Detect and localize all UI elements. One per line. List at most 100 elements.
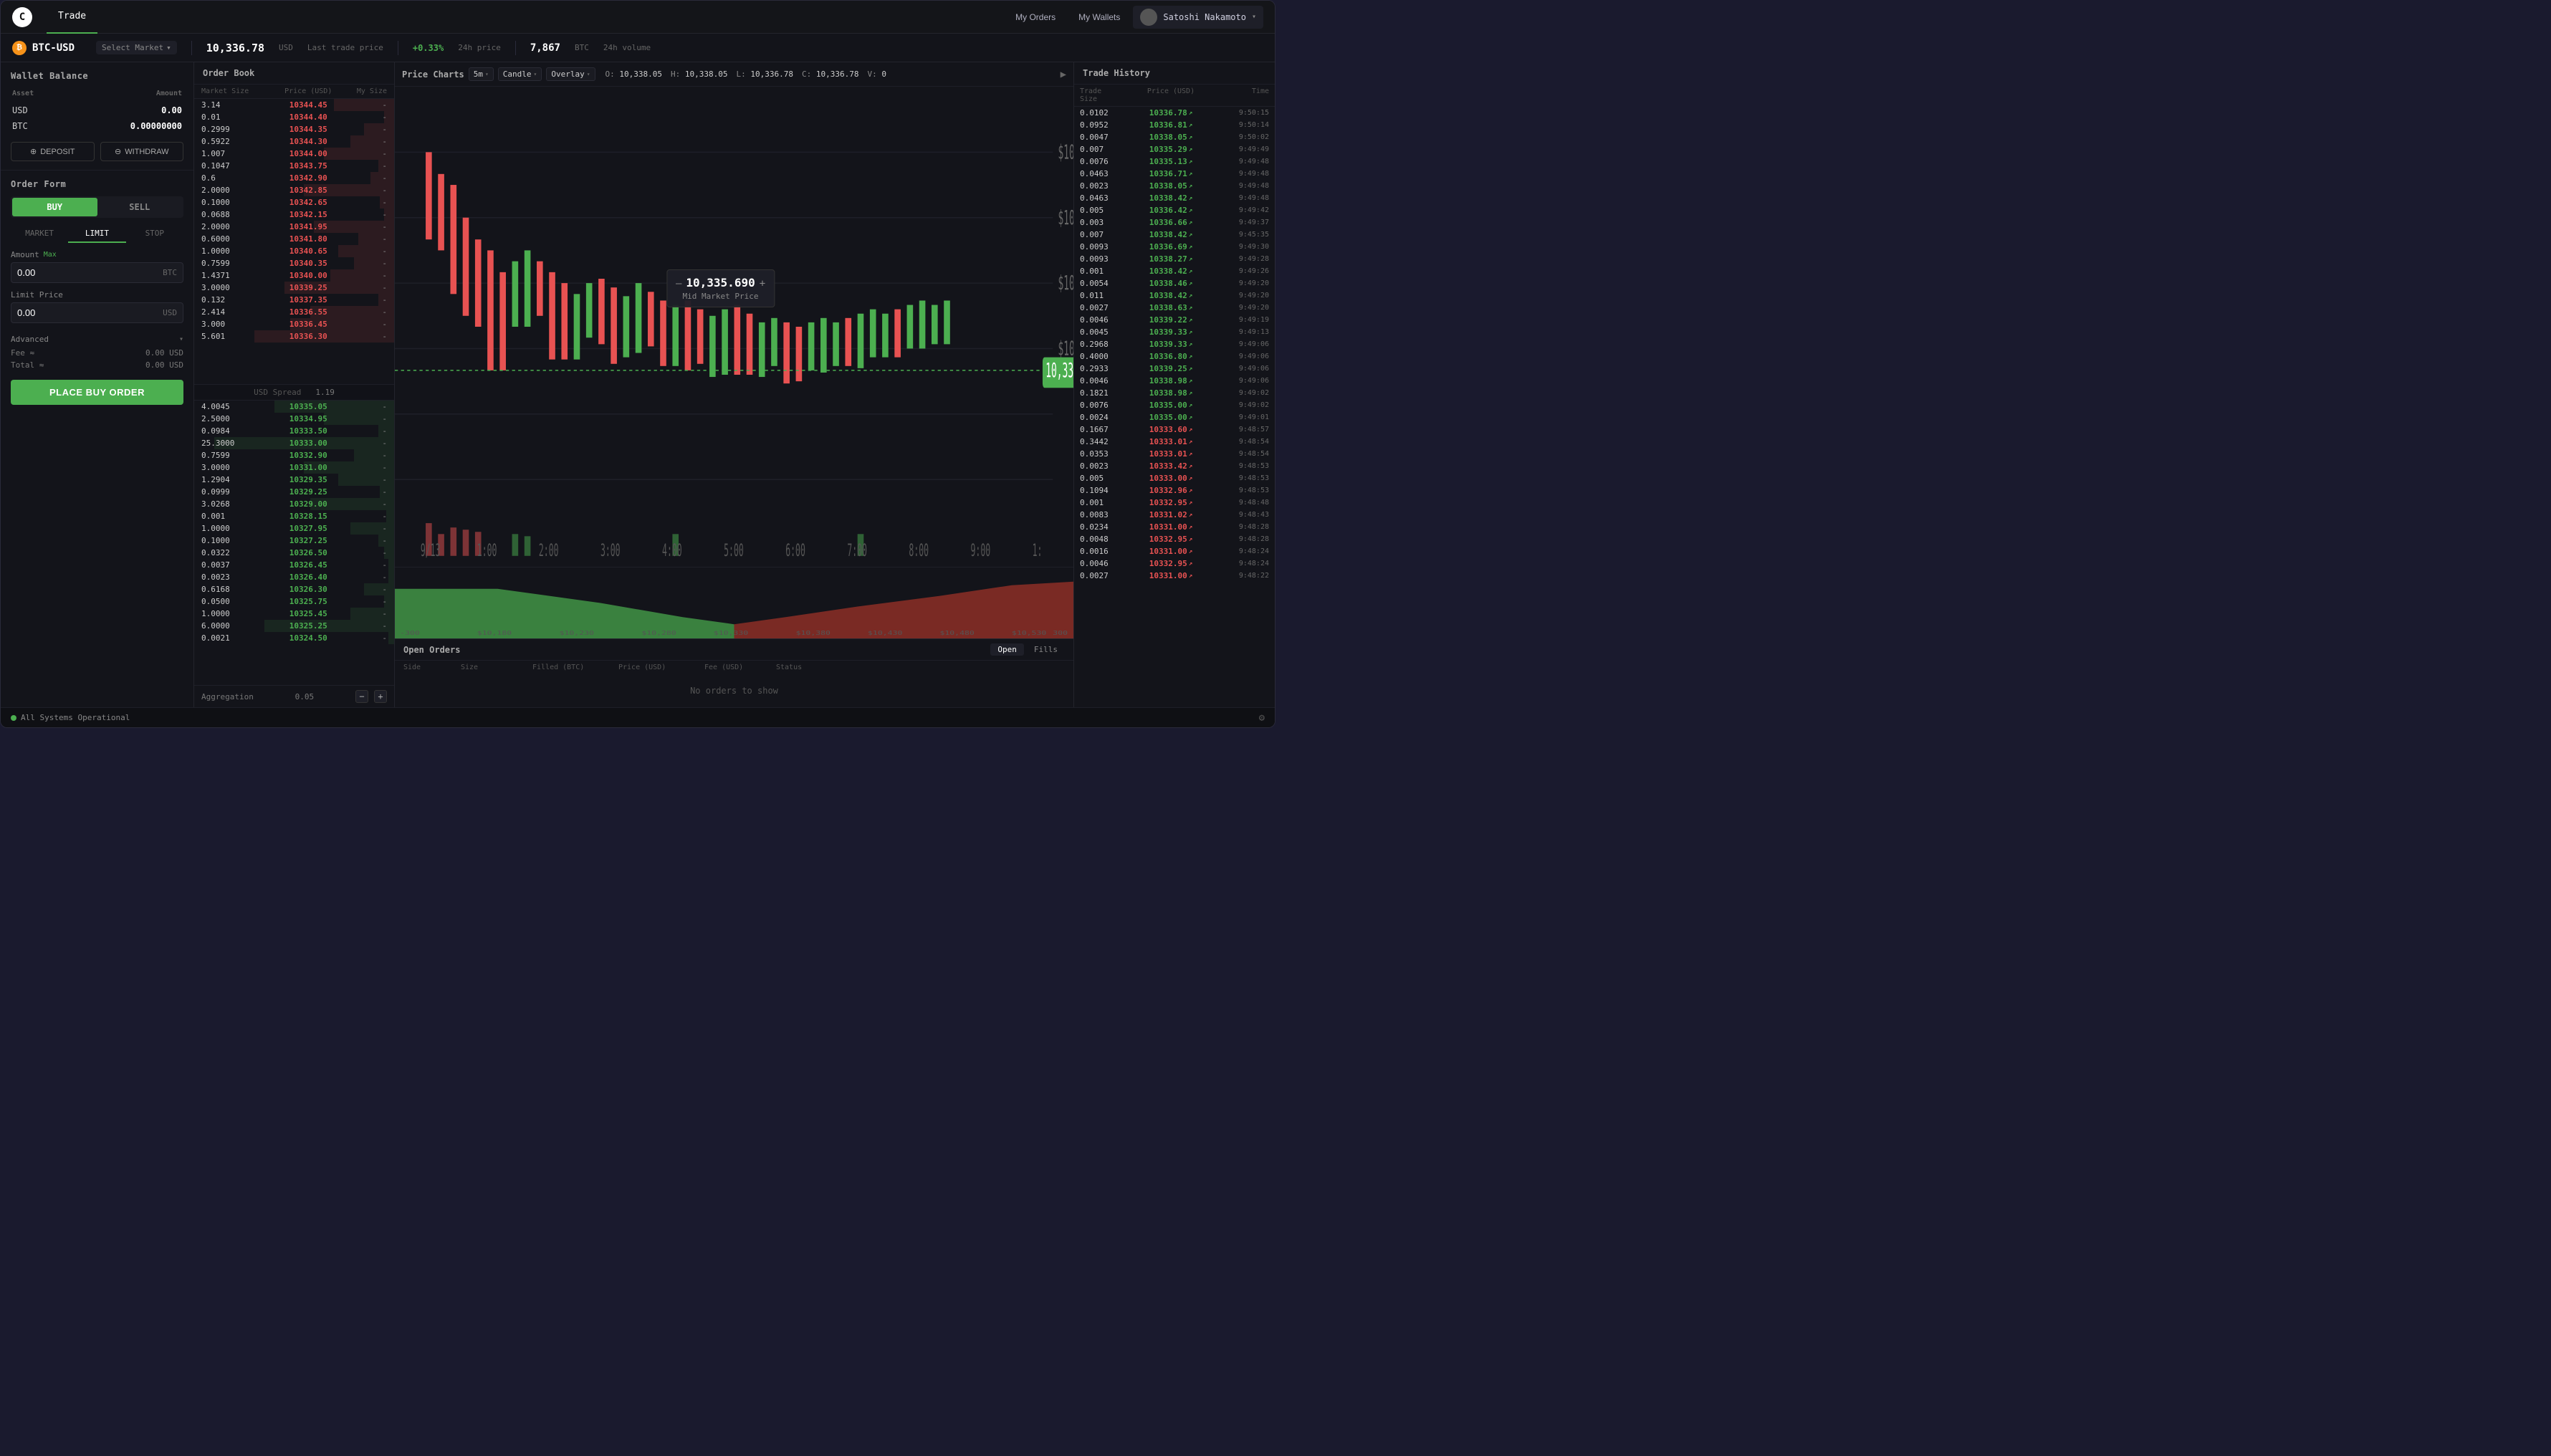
ob-sell-row[interactable]: 0.132 10337.35 - [194,294,394,306]
trade-history-row: 0.0952 10336.81 ↗ 9:50:14 [1074,119,1275,131]
ob-sell-row[interactable]: 1.007 10344.00 - [194,148,394,160]
chart-panel: Price Charts 5m ▾ Candle ▾ Overlay ▾ O: … [395,62,1074,707]
ob-buy-row[interactable]: 0.0021 10324.50 - [194,632,394,644]
trade-history-row: 0.0353 10333.01 ↗ 9:48:54 [1074,448,1275,460]
ob-buy-row[interactable]: 3.0268 10329.00 - [194,498,394,510]
change-label: 24h price [458,43,501,52]
ob-sell-row[interactable]: 1.4371 10340.00 - [194,269,394,282]
ob-buy-row[interactable]: 0.6168 10326.30 - [194,583,394,595]
open-orders-empty: No orders to show [395,674,1073,707]
ob-sell-row[interactable]: 0.7599 10340.35 - [194,257,394,269]
status-left: All Systems Operational [11,713,130,722]
ob-sell-row[interactable]: 0.1000 10342.65 - [194,196,394,209]
trade-history-row: 0.0046 10339.22 ↗ 9:49:19 [1074,314,1275,326]
aggregation-controls: − + [355,690,387,703]
chart-forward-button[interactable]: ▶ [1061,69,1066,80]
ob-buy-row[interactable]: 3.0000 10331.00 - [194,461,394,474]
sell-button[interactable]: SELL [97,198,183,216]
main-layout: Wallet Balance Asset Amount USD 0.00 [1,62,1275,707]
trade-history-row: 0.0093 10336.69 ↗ 9:49:30 [1074,241,1275,253]
market-tab[interactable]: MARKET [11,225,68,243]
svg-text:1:00: 1:00 [477,540,497,560]
withdraw-button[interactable]: ⊖ WITHDRAW [100,142,184,161]
aggregation-increase-button[interactable]: + [374,690,387,703]
trade-history-row: 0.3442 10333.01 ↗ 9:48:54 [1074,436,1275,448]
buy-button[interactable]: BUY [12,198,97,216]
ob-sell-row[interactable]: 0.2999 10344.35 - [194,123,394,135]
settings-icon[interactable]: ⚙ [1259,712,1265,724]
ob-buy-row[interactable]: 0.001 10328.15 - [194,510,394,522]
user-menu[interactable]: Satoshi Nakamoto ▾ [1133,6,1263,29]
total-label: Total ≈ [11,360,44,370]
ob-buy-row[interactable]: 0.0023 10326.40 - [194,571,394,583]
ob-sell-row[interactable]: 0.6000 10341.80 - [194,233,394,245]
col-price: Price (USD) [618,664,704,671]
trade-history-row: 0.001 10338.42 ↗ 9:49:26 [1074,265,1275,277]
ob-buy-row[interactable]: 0.0500 10325.75 - [194,595,394,608]
ob-sell-row[interactable]: 2.414 10336.55 - [194,306,394,318]
ob-sell-row[interactable]: 2.0000 10341.95 - [194,221,394,233]
limit-price-input[interactable] [17,307,163,318]
user-avatar [1140,9,1157,26]
ob-buy-row[interactable]: 4.0045 10335.05 - [194,401,394,413]
ob-buy-row[interactable]: 0.1000 10327.25 - [194,535,394,547]
ob-sell-row[interactable]: 2.0000 10342.85 - [194,184,394,196]
ob-buy-row[interactable]: 2.5000 10334.95 - [194,413,394,425]
depth-chart-area[interactable]: -300 $10,180 $10,230 $10,280 $10,330 $10… [395,567,1073,638]
amount-input[interactable] [17,267,163,278]
ob-sell-row[interactable]: 1.0000 10340.65 - [194,245,394,257]
ob-buy-row[interactable]: 1.0000 10325.45 - [194,608,394,620]
price-chart-area[interactable]: $10,425 $10,400 $10,375 $10,350 10,336.7… [395,87,1073,567]
tab-fills[interactable]: Fills [1027,643,1065,656]
chart-type-select[interactable]: Candle ▾ [498,67,542,81]
ob-buy-row[interactable]: 25.3000 10333.00 - [194,437,394,449]
nav-tab-trade[interactable]: Trade [47,1,97,34]
select-market-button[interactable]: Select Market ▾ [96,41,177,54]
my-orders-button[interactable]: My Orders [1005,8,1066,27]
place-order-button[interactable]: PLACE BUY ORDER [11,380,183,405]
ob-buy-row[interactable]: 0.0322 10326.50 - [194,547,394,559]
trade-history-row: 0.011 10338.42 ↗ 9:49:20 [1074,289,1275,302]
amount-unit: BTC [163,268,177,277]
limit-tab[interactable]: LIMIT [68,225,125,243]
trade-history-row: 0.001 10332.95 ↗ 9:48:48 [1074,497,1275,509]
deposit-button[interactable]: ⊕ DEPOSIT [11,142,95,161]
svg-text:300: 300 [1053,631,1068,637]
ob-sell-row[interactable]: 0.5922 10344.30 - [194,135,394,148]
svg-text:9/13: 9/13 [421,540,441,560]
amount-field: Amount Max BTC [11,250,183,283]
order-type-tabs: MARKET LIMIT STOP [11,225,183,243]
aggregation-decrease-button[interactable]: − [355,690,368,703]
ob-sell-row[interactable]: 3.14 10344.45 - [194,99,394,111]
ob-buy-row[interactable]: 0.0037 10326.45 - [194,559,394,571]
ob-sell-row[interactable]: 0.1047 10343.75 - [194,160,394,172]
ob-buy-row[interactable]: 1.0000 10327.95 - [194,522,394,535]
timeframe-select[interactable]: 5m ▾ [469,67,494,81]
max-link[interactable]: Max [44,251,57,259]
ob-buy-row[interactable]: 1.2904 10329.35 - [194,474,394,486]
ob-sell-row[interactable]: 3.0000 10339.25 - [194,282,394,294]
last-price-label: Last trade price [307,43,383,52]
ob-buy-row[interactable]: 0.0999 10329.25 - [194,486,394,498]
ob-buy-row[interactable]: 6.0000 10325.25 - [194,620,394,632]
advanced-toggle[interactable]: Advanced ▾ [11,330,183,348]
ob-buy-row[interactable]: 0.0984 10333.50 - [194,425,394,437]
my-wallets-button[interactable]: My Wallets [1068,8,1130,27]
ob-sell-row[interactable]: 5.601 10336.30 - [194,330,394,343]
svg-text:10,336.78: 10,336.78 [1045,360,1073,383]
tab-open[interactable]: Open [990,643,1024,656]
open-orders-panel: Open Orders Open Fills Side Size Filled … [395,638,1073,707]
overlay-select[interactable]: Overlay ▾ [546,67,595,81]
trade-history-row: 0.0463 10336.71 ↗ 9:49:48 [1074,168,1275,180]
ob-buy-row[interactable]: 0.7599 10332.90 - [194,449,394,461]
ob-sell-row[interactable]: 0.6 10342.90 - [194,172,394,184]
ob-sell-row[interactable]: 0.0688 10342.15 - [194,209,394,221]
stop-tab[interactable]: STOP [126,225,183,243]
low-label: L: 10,336.78 [737,70,793,79]
ob-sell-row[interactable]: 0.01 10344.40 - [194,111,394,123]
ob-sell-row[interactable]: 3.000 10336.45 - [194,318,394,330]
svg-text:$10,530: $10,530 [1012,631,1046,637]
col-filled: Filled (BTC) [532,664,618,671]
trading-pair: ₿ BTC-USD [12,41,75,55]
trade-history-row: 0.0083 10331.02 ↗ 9:48:43 [1074,509,1275,521]
